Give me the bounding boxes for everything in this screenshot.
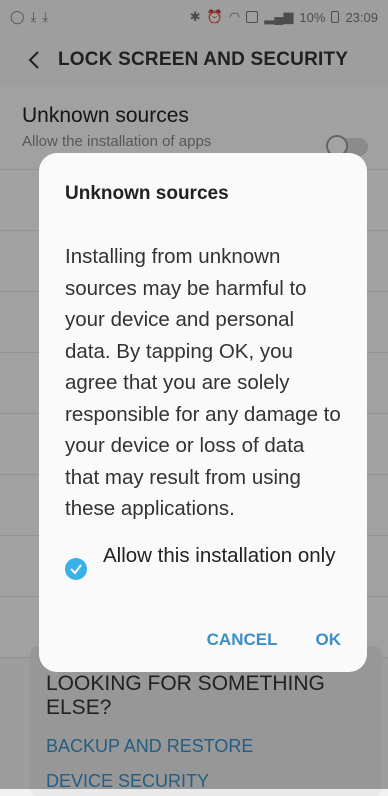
ok-button[interactable]: OK xyxy=(316,630,342,650)
dialog-message: Installing from unknown sources may be h… xyxy=(65,245,341,520)
checkbox-label[interactable]: Allow this installation only xyxy=(103,541,335,570)
unknown-sources-dialog: Unknown sources Installing from unknown … xyxy=(39,153,367,672)
dialog-actions: CANCEL OK xyxy=(207,630,341,650)
dialog-title: Unknown sources xyxy=(65,183,229,204)
cancel-button[interactable]: CANCEL xyxy=(207,630,278,650)
allow-installation-checkbox-row[interactable]: Allow this installation only xyxy=(65,541,341,580)
checkbox-checked-icon[interactable] xyxy=(65,557,87,580)
